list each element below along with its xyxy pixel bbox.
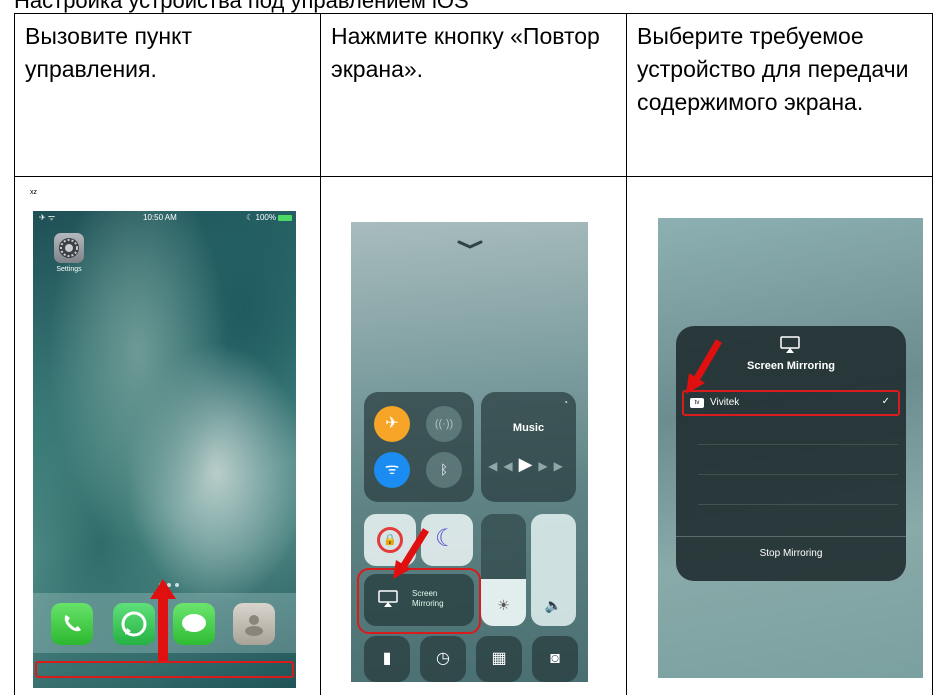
corner-mark: xz [30,189,37,196]
checkmark-icon: ✓ [881,396,890,407]
status-battery-text: ☾ 100% [246,213,276,222]
connectivity-panel: ✈ ((·)) ᯤ ᛒ [364,392,474,502]
cellular-icon[interactable]: ((·)) [426,406,462,442]
step-1-image-cell: xz ✈ ᯤ 10:50 AM ☾ 100% Settings [14,176,321,695]
phone-app-icon[interactable] [51,603,93,645]
settings-gear-icon [54,233,84,263]
stop-divider [676,536,906,537]
brightness-slider[interactable]: ☀ [481,514,526,626]
red-arrow-icon [393,528,429,579]
red-arrow-shaft [158,596,168,661]
step-2-image-cell: ✈ ((·)) ᯤ ᛒ ◔ Music ◀◀▶▶▶ 🔒 ☾ ☀ 🔈 Screen… [320,176,627,695]
airplay-screen-icon [780,336,800,353]
contacts-app-icon[interactable] [233,603,275,645]
red-arrow-icon [686,339,723,394]
timer-icon[interactable]: ◷ [420,636,466,682]
flashlight-icon[interactable]: ▮ [364,636,410,682]
chevron-down-icon[interactable] [457,240,483,250]
list-divider [698,474,898,475]
settings-label: Settings [56,266,82,273]
stop-mirroring-button[interactable]: Stop Mirroring [676,548,906,559]
device-name: Vivitek [710,397,740,408]
sun-icon: ☀ [497,597,510,613]
messages-app-icon[interactable] [173,603,215,645]
battery-icon [278,215,292,221]
list-divider [698,444,898,445]
playback-controls[interactable]: ◀◀▶▶▶ [481,454,576,475]
music-label: Music [512,422,545,434]
volume-slider[interactable]: 🔈 [531,514,576,626]
whatsapp-app-icon[interactable] [113,603,155,645]
step-3-image-cell: Screen Mirroring tv Vivitek ✓ Stop Mirro… [626,176,933,695]
settings-app[interactable]: Settings [51,233,87,273]
bluetooth-icon[interactable]: ᛒ [426,452,462,488]
screen-mirroring-screenshot: Screen Mirroring tv Vivitek ✓ Stop Mirro… [658,218,923,678]
step-3-text: Выберите требуемое устройство для переда… [626,13,933,177]
status-time: 10:50 AM [143,213,177,222]
wifi-icon[interactable]: ᯤ [374,452,410,488]
step-1-text: Вызовите пункт управления. [14,13,321,177]
home-screen-screenshot: ✈ ᯤ 10:50 AM ☾ 100% Settings [33,211,296,688]
list-divider [698,504,898,505]
swipe-area-highlight [35,661,294,678]
status-bar: ✈ ᯤ 10:50 AM ☾ 100% [33,211,296,225]
airplay-icon[interactable]: ◔ [563,398,568,407]
speaker-icon: 🔈 [544,597,563,613]
music-panel: ◔ Music ◀◀▶▶▶ [481,392,576,502]
steps-table: Вызовите пункт управления. Нажмите кнопк… [14,13,933,695]
page-heading: Настройка устройства под управлением iOS [14,0,469,13]
step-2-text: Нажмите кнопку «Повтор экрана». [320,13,627,177]
apple-tv-icon: tv [690,398,704,408]
status-icons: ✈ ᯤ [39,213,56,222]
camera-icon[interactable]: ◙ [532,636,578,682]
calculator-icon[interactable]: ▦ [476,636,522,682]
airplane-mode-icon[interactable]: ✈ [374,406,410,442]
control-center-screenshot: ✈ ((·)) ᯤ ᛒ ◔ Music ◀◀▶▶▶ 🔒 ☾ ☀ 🔈 Screen… [351,222,588,682]
